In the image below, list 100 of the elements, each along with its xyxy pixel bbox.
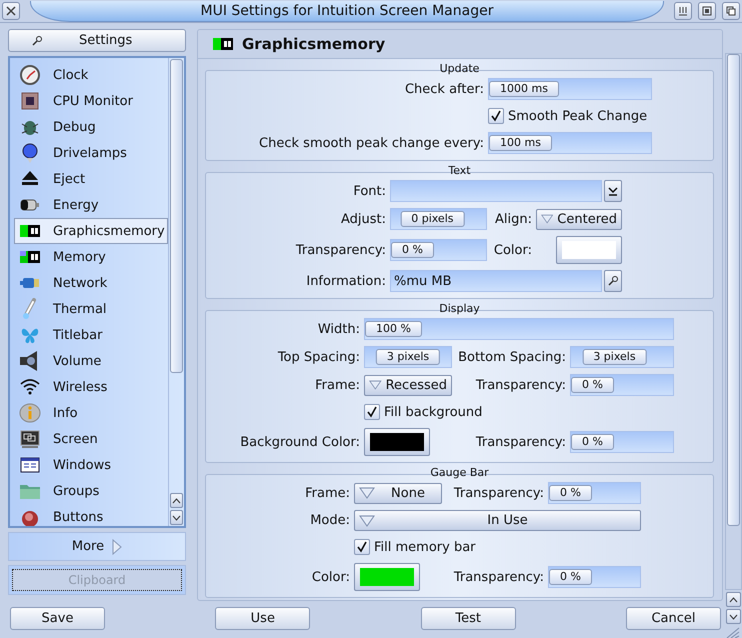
action-button[interactable]: Cancel bbox=[626, 607, 721, 630]
checkbox[interactable] bbox=[354, 539, 370, 555]
triangle-icon bbox=[112, 538, 122, 554]
dropdown-button[interactable] bbox=[604, 180, 622, 202]
field-label: Top Spacing: bbox=[278, 350, 361, 364]
slider[interactable]: 1000 ms bbox=[488, 78, 652, 100]
list-item[interactable]: Thermal bbox=[14, 296, 168, 322]
lines-icon bbox=[678, 6, 688, 16]
resize-handle-icon[interactable] bbox=[725, 626, 740, 638]
field-label: Background Color: bbox=[240, 434, 361, 450]
zoom-icon bbox=[702, 6, 712, 16]
slider[interactable]: 0 % bbox=[390, 239, 487, 261]
caret-icon bbox=[729, 596, 738, 602]
field-label: Transparency: bbox=[476, 434, 567, 450]
field-label: Transparency: bbox=[296, 242, 387, 258]
slider-knob[interactable]: 0 % bbox=[549, 485, 592, 501]
scroll-up-button[interactable] bbox=[170, 493, 183, 508]
checkbox[interactable] bbox=[364, 404, 380, 420]
close-button[interactable] bbox=[2, 2, 20, 20]
caret-icon bbox=[172, 498, 181, 504]
field-label: Width: bbox=[318, 322, 361, 336]
slider-knob[interactable]: 0 % bbox=[571, 377, 614, 393]
slider-knob[interactable]: 1000 ms bbox=[489, 81, 559, 97]
action-button[interactable]: Use bbox=[215, 607, 310, 630]
scrollbar-thumb[interactable] bbox=[170, 59, 183, 373]
list-item[interactable]: Info bbox=[14, 400, 168, 426]
triangle-icon bbox=[359, 487, 375, 499]
iconify-button[interactable] bbox=[674, 2, 692, 20]
info-icon bbox=[19, 402, 41, 424]
slider-knob[interactable]: 0 % bbox=[571, 434, 614, 450]
slider-knob[interactable]: 100 ms bbox=[489, 135, 552, 151]
depth-button[interactable] bbox=[722, 2, 740, 20]
cycle-dropdown[interactable]: Centered bbox=[536, 208, 622, 230]
list-item[interactable]: Wireless bbox=[14, 374, 168, 400]
scrollbar-thumb[interactable] bbox=[727, 54, 740, 526]
list-item[interactable]: Groups bbox=[14, 478, 168, 504]
depth-icon bbox=[726, 6, 736, 16]
list-item[interactable]: Network bbox=[14, 270, 168, 296]
list-item[interactable]: Graphicsmemory bbox=[14, 218, 168, 244]
field-label: Transparency: bbox=[454, 570, 545, 584]
scroll-down-button[interactable] bbox=[726, 609, 741, 624]
scroll-down-button[interactable] bbox=[170, 510, 183, 525]
field-label: Mode: bbox=[310, 513, 351, 528]
scroll-up-button[interactable] bbox=[726, 592, 741, 607]
slider[interactable]: 0 % bbox=[548, 482, 641, 504]
action-button[interactable]: Test bbox=[420, 607, 516, 630]
list-item[interactable]: Volume bbox=[14, 348, 168, 374]
text-field[interactable] bbox=[390, 180, 602, 202]
slider-knob[interactable]: 3 pixels bbox=[376, 349, 440, 365]
caret-icon bbox=[172, 514, 181, 520]
search-icon bbox=[607, 275, 619, 287]
list-item[interactable]: Memory bbox=[14, 244, 168, 270]
color-button[interactable] bbox=[354, 563, 420, 591]
more-button[interactable]: More bbox=[8, 532, 186, 561]
list-item[interactable]: Eject bbox=[14, 166, 168, 192]
caret-icon bbox=[729, 614, 738, 620]
cycle-dropdown[interactable]: Recessed bbox=[364, 374, 452, 396]
group-title: Text bbox=[448, 165, 471, 177]
checkbox[interactable] bbox=[488, 108, 504, 124]
panel-title: Graphicsmemory bbox=[242, 35, 386, 53]
search-button[interactable] bbox=[604, 270, 622, 292]
slider-knob[interactable]: 0 % bbox=[549, 569, 592, 585]
color-button[interactable] bbox=[364, 428, 430, 456]
cycle-dropdown[interactable]: In Use bbox=[354, 510, 641, 531]
slider-knob[interactable]: 100 % bbox=[365, 321, 422, 337]
slider[interactable]: 3 pixels bbox=[570, 346, 674, 368]
zoom-button[interactable] bbox=[698, 2, 716, 20]
list-item[interactable]: Buttons bbox=[14, 504, 168, 526]
slider[interactable]: 0 % bbox=[548, 566, 641, 588]
list-item[interactable]: Titlebar bbox=[14, 322, 168, 348]
slider[interactable]: 0 pixels bbox=[390, 208, 487, 230]
slider[interactable]: 100 % bbox=[364, 318, 674, 340]
action-button[interactable]: Save bbox=[10, 607, 105, 630]
slider[interactable]: 0 % bbox=[570, 431, 674, 453]
slider-knob[interactable]: 0 % bbox=[391, 242, 434, 258]
color-button[interactable] bbox=[556, 236, 622, 264]
list-item[interactable]: Clock bbox=[14, 62, 168, 88]
group-title: Gauge Bar bbox=[430, 467, 489, 479]
list-item[interactable]: Drivelamps bbox=[14, 140, 168, 166]
slider[interactable]: 3 pixels bbox=[364, 346, 452, 368]
checkbox-label: Fill background bbox=[384, 404, 482, 420]
list-item[interactable]: Windows bbox=[14, 452, 168, 478]
slider[interactable]: 0 % bbox=[570, 374, 674, 396]
window-title: MUI Settings for Intuition Screen Manager bbox=[30, 0, 664, 22]
group-title: Display bbox=[439, 303, 480, 315]
field-label: Align: bbox=[495, 212, 533, 226]
field-label: Adjust: bbox=[340, 212, 387, 226]
list-item[interactable]: Energy bbox=[14, 192, 168, 218]
slider[interactable]: 100 ms bbox=[488, 132, 652, 154]
list-item[interactable]: Screen bbox=[14, 426, 168, 452]
slider-knob[interactable]: 3 pixels bbox=[582, 349, 647, 365]
cycle-dropdown[interactable]: None bbox=[354, 482, 442, 504]
slider-knob[interactable]: 0 pixels bbox=[400, 211, 464, 227]
settings-button[interactable]: Settings bbox=[8, 29, 186, 52]
text-field[interactable]: %mu MB bbox=[390, 270, 602, 292]
list-item[interactable]: Debug bbox=[14, 114, 168, 140]
field-label: Font: bbox=[353, 184, 387, 198]
field-label: Frame: bbox=[305, 486, 351, 500]
clock-icon bbox=[19, 64, 41, 86]
list-item[interactable]: CPU Monitor bbox=[14, 88, 168, 114]
